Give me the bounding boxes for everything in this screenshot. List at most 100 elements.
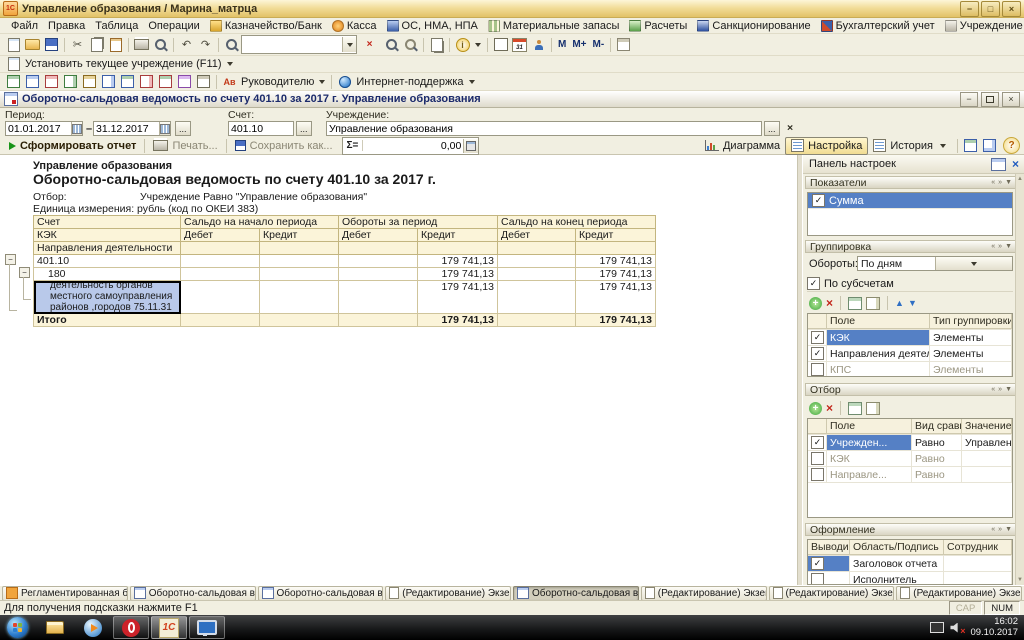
period-from-field[interactable] [5, 121, 83, 136]
calendar-button[interactable]: 31 [510, 36, 529, 54]
collapse-down-icon[interactable]: ▼ [1005, 386, 1012, 393]
kek-field-cell[interactable]: КЭК [827, 451, 912, 466]
manager-label[interactable]: Руководителю [239, 76, 316, 88]
report-button-5[interactable] [80, 73, 99, 91]
row-checkbox-cell[interactable]: ✓ [808, 556, 850, 571]
report-button-6[interactable] [99, 73, 118, 91]
sigma-button[interactable]: Σ= [343, 140, 364, 151]
account-field[interactable] [228, 121, 294, 136]
institution-value-cell[interactable]: Управление о... [962, 435, 1012, 450]
report-header-employee-cell[interactable] [944, 556, 1012, 571]
tray-volume-muted-icon[interactable]: × [950, 622, 964, 634]
row-checkbox-cell[interactable] [808, 467, 827, 482]
filter-row-kek[interactable]: КЭК Равно [808, 451, 1012, 467]
total-value-cell[interactable] [260, 314, 339, 327]
activity-checkbox[interactable]: ✓ [811, 347, 824, 360]
window-button-7[interactable]: (Редактирование) Экземпл... [769, 586, 895, 601]
kek-type-cell[interactable]: Элементы [930, 330, 1012, 345]
info-button[interactable]: i [453, 36, 472, 54]
expander-180[interactable]: − [19, 267, 30, 278]
internet-support-label[interactable]: Интернет-поддержка [354, 76, 465, 88]
user-button[interactable] [529, 36, 548, 54]
taskbar-1c-active[interactable]: 1С [151, 616, 187, 639]
cut-button[interactable]: ✂ [68, 36, 87, 54]
total-value-cell[interactable] [339, 314, 418, 327]
total-value-cell[interactable]: 179 741,13 [418, 314, 498, 327]
history-button[interactable]: История [868, 138, 954, 154]
account-choose-button[interactable]: ... [296, 121, 312, 136]
kek-compare-cell[interactable]: Равно [912, 451, 962, 466]
executor-checkbox[interactable] [811, 573, 824, 585]
collapse-right-icon[interactable]: » [998, 386, 1002, 393]
kek-filter-checkbox[interactable] [811, 452, 824, 465]
menu-cash[interactable]: Касса [327, 18, 382, 34]
filter-row-activity[interactable]: Направле... Равно [808, 467, 1012, 483]
redo-button[interactable]: ↷ [196, 36, 215, 54]
value-cell[interactable] [498, 281, 576, 314]
set-institution-label[interactable]: Установить текущее учреждение (F11) [23, 58, 224, 70]
add-grouping-button[interactable]: + [809, 297, 822, 310]
period-from-calendar-button[interactable] [71, 122, 82, 135]
internet-support-button[interactable] [335, 73, 354, 91]
indicator-row-summa[interactable]: ✓ Сумма [808, 193, 1012, 209]
report-header-checkbox[interactable]: ✓ [811, 557, 824, 570]
collapse-left-icon[interactable]: « [991, 243, 995, 250]
start-button[interactable] [7, 617, 28, 638]
taskbar-media-player[interactable] [75, 616, 111, 639]
total-value-cell[interactable] [181, 314, 260, 327]
period-choose-button[interactable]: ... [175, 121, 191, 136]
turnovers-combobox[interactable]: По дням [857, 256, 1013, 271]
move-up-button[interactable]: ▲ [895, 298, 904, 308]
panel-scrollbar[interactable]: ▲ ▼ [1015, 174, 1024, 585]
move-down-button[interactable]: ▼ [908, 298, 917, 308]
paste-button[interactable] [106, 36, 125, 54]
print-report-button[interactable]: Печать... [148, 138, 222, 154]
report-button-9[interactable] [156, 73, 175, 91]
service-tool-button[interactable] [614, 36, 633, 54]
print-button[interactable] [132, 36, 151, 54]
save-as-button[interactable]: Сохранить как... [230, 138, 338, 154]
report-button-2[interactable] [23, 73, 42, 91]
value-cell[interactable]: 179 741,13 [576, 281, 656, 314]
delete-grouping-button[interactable]: × [826, 296, 833, 310]
memory-minus-button[interactable]: M- [590, 39, 608, 50]
total-value-cell[interactable] [498, 314, 576, 327]
window-button-1[interactable]: Регламентированная бухга... [2, 586, 128, 601]
section-filter-header[interactable]: Отбор « » ▼ [805, 383, 1017, 396]
taskbar-opera[interactable] [113, 616, 149, 639]
kek-value-cell[interactable] [962, 451, 1012, 466]
scroll-down-icon[interactable]: ▼ [1016, 577, 1024, 583]
report-button-11[interactable] [194, 73, 213, 91]
by-subaccounts-checkbox[interactable]: ✓ [807, 277, 820, 290]
institution-compare-cell[interactable]: Равно [912, 435, 962, 450]
mdi-restore-button[interactable] [981, 92, 999, 107]
window-button-3[interactable]: Оборотно-сальдовая ведом... [258, 586, 384, 601]
row-checkbox-cell[interactable]: ✓ [808, 346, 827, 361]
print-preview-button[interactable] [151, 36, 170, 54]
tray-network-icon[interactable] [930, 622, 944, 633]
collapse-left-icon[interactable]: « [991, 179, 995, 186]
report-button-1[interactable] [4, 73, 23, 91]
report-button-4[interactable] [61, 73, 80, 91]
kps-checkbox[interactable] [811, 363, 824, 376]
executor-employee-cell[interactable] [944, 572, 1012, 585]
report-header-area-cell[interactable]: Заголовок отчета [850, 556, 944, 571]
save-button[interactable] [42, 36, 61, 54]
report-button-3[interactable] [42, 73, 61, 91]
check-all-icon[interactable] [848, 402, 862, 415]
diagram-button[interactable]: Диаграмма [700, 138, 785, 154]
grouping-row-kps[interactable]: КПС Элементы [808, 362, 1012, 377]
value-cell[interactable] [260, 281, 339, 314]
search-input[interactable] [242, 37, 342, 53]
period-to-input[interactable] [94, 123, 159, 135]
load-settings-button[interactable] [961, 137, 980, 155]
period-from-input[interactable] [6, 123, 71, 135]
memory-plus-button[interactable]: M+ [569, 39, 589, 50]
menu-file[interactable]: Файл [6, 18, 43, 34]
menu-settlements[interactable]: Расчеты [624, 18, 692, 34]
menu-fixed-assets[interactable]: ОС, НМА, НПА [382, 18, 483, 34]
row-checkbox-cell[interactable]: ✓ [808, 330, 827, 345]
manager-button-icon[interactable]: Ав [220, 73, 239, 91]
window-button-4[interactable]: (Редактирование) Экземпл... [385, 586, 511, 601]
period-to-field[interactable] [93, 121, 171, 136]
